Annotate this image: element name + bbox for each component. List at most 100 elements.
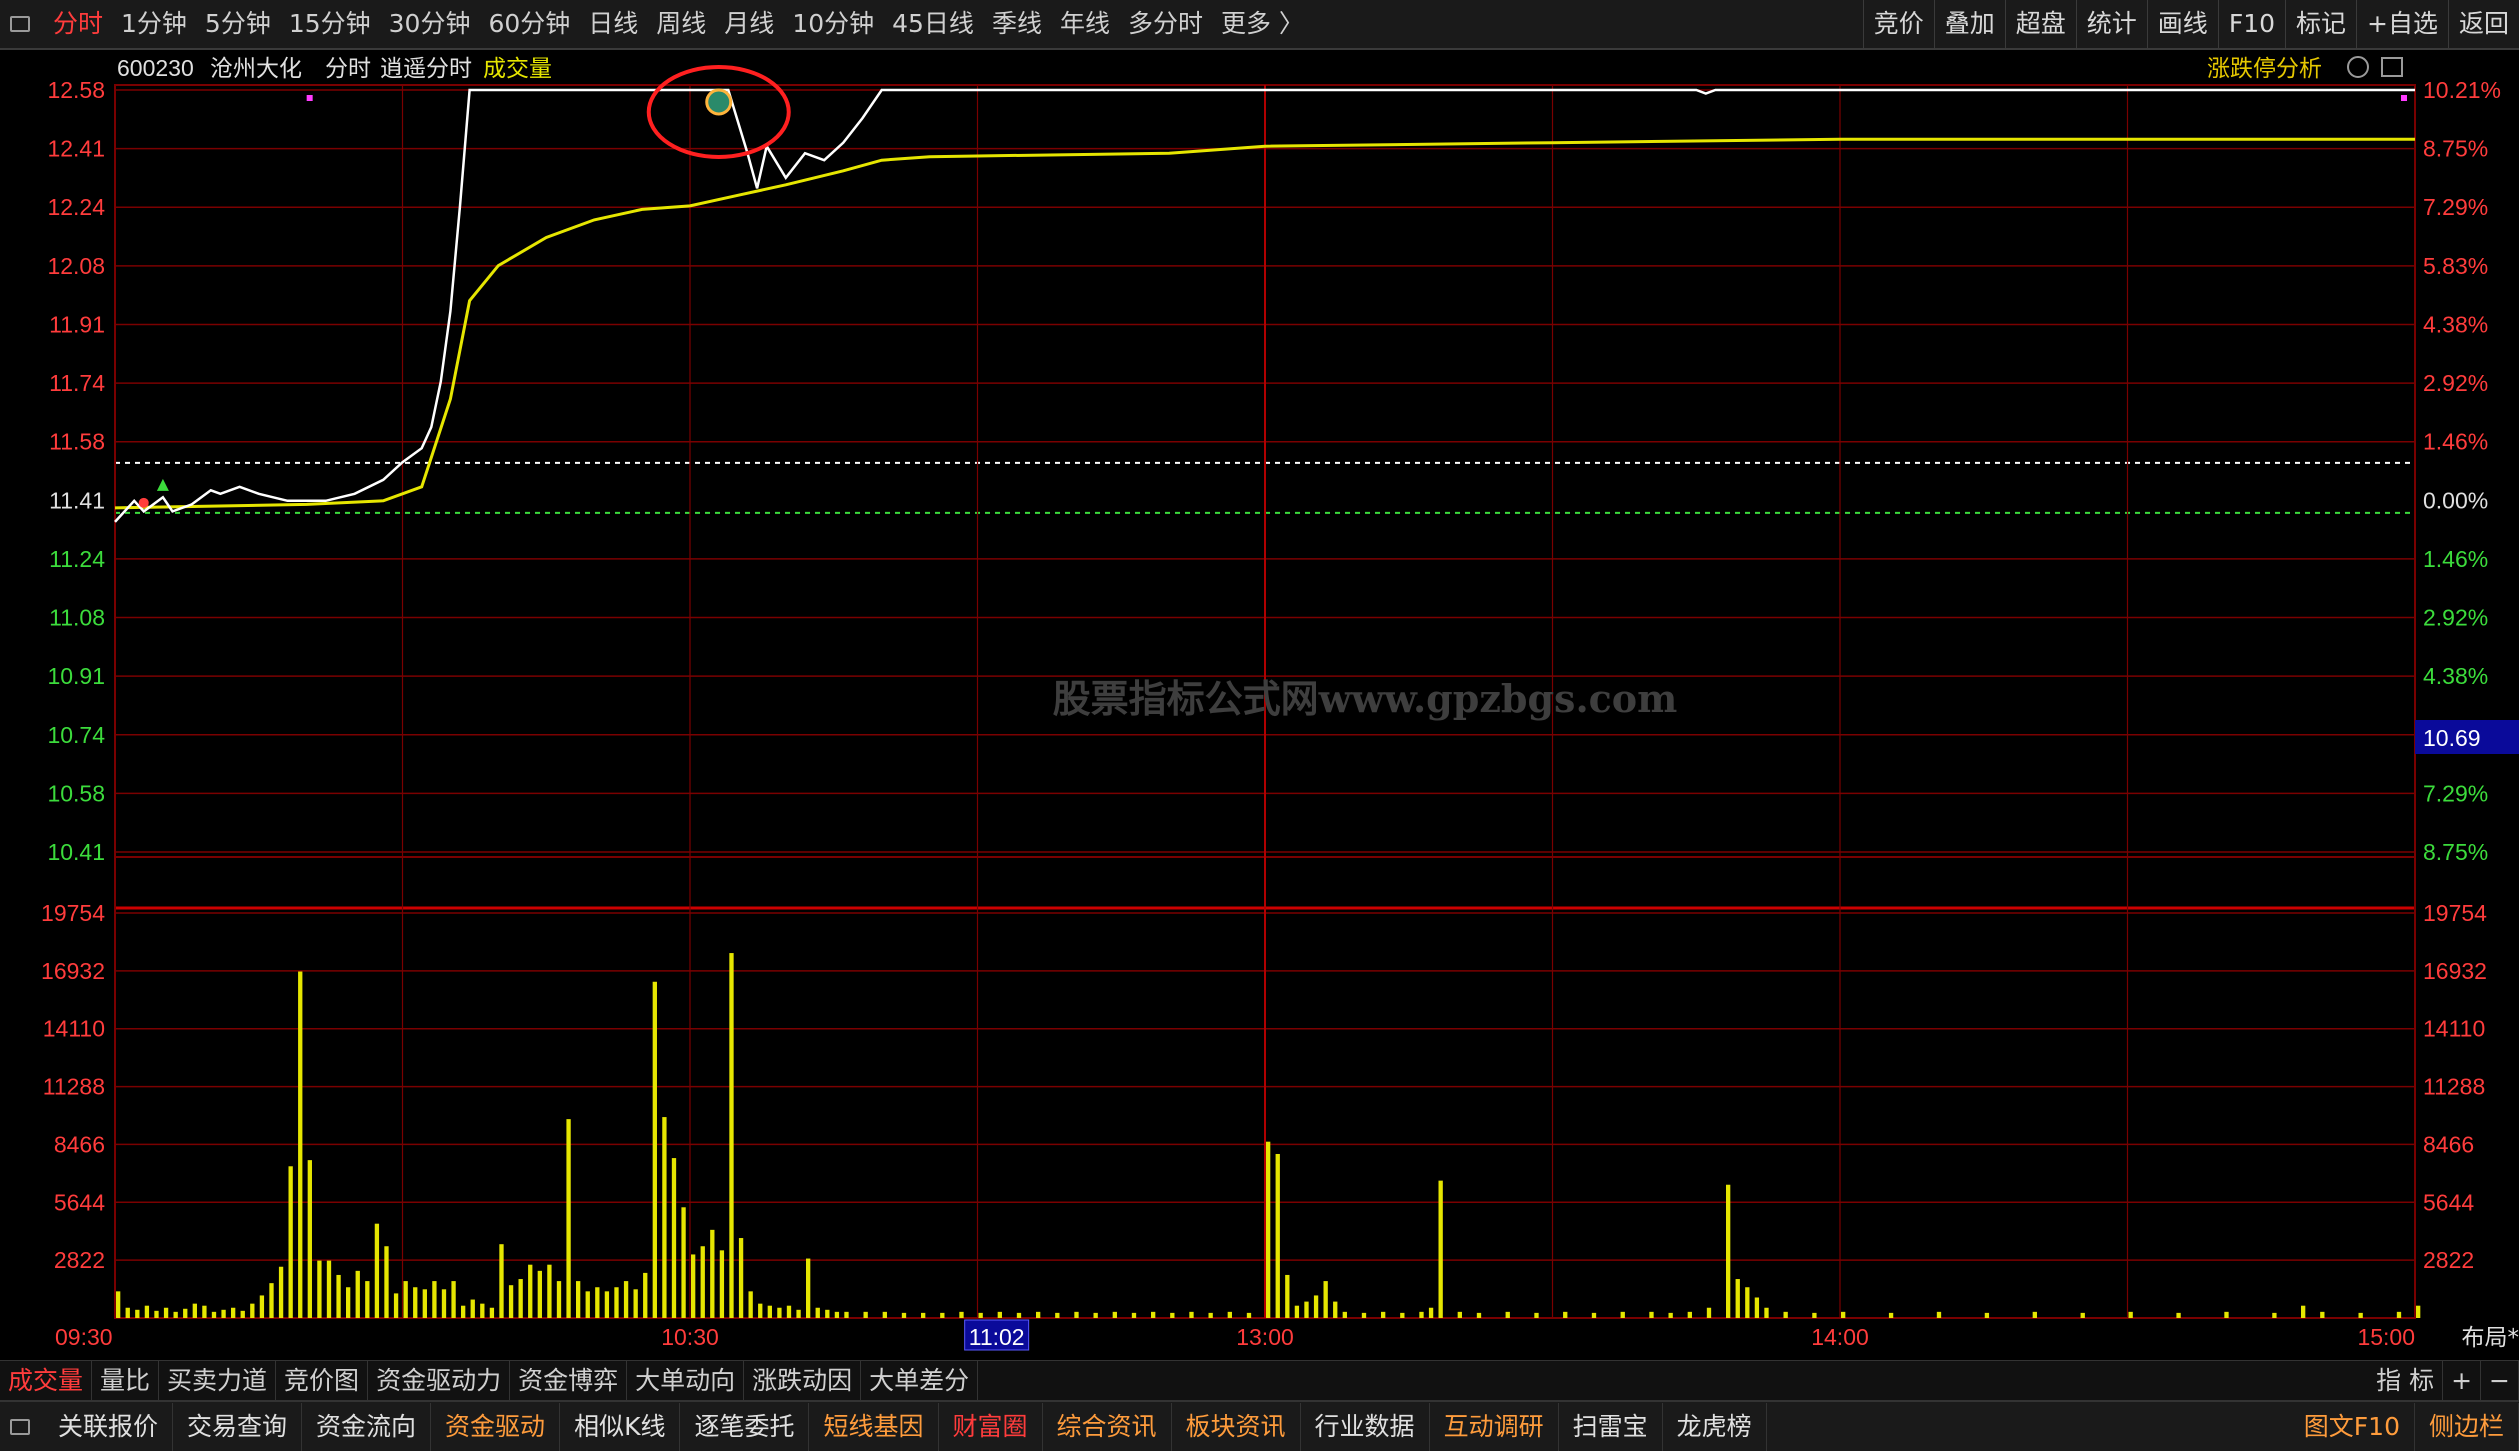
tool-button[interactable]: 统计 (2075, 0, 2147, 48)
time-tick-label: 09:30 (55, 1324, 113, 1350)
volume-bar (183, 1308, 188, 1318)
bottom-tab[interactable]: 行业数据 (1301, 1402, 1430, 1451)
indicator-tool-button[interactable]: − (2481, 1361, 2519, 1400)
volume-bar (192, 1303, 197, 1318)
volume-bar (633, 1289, 638, 1318)
tool-button[interactable]: +自选 (2356, 0, 2448, 48)
period-button[interactable]: 10分钟 (783, 0, 883, 48)
bottom-tab[interactable]: 关联报价 (44, 1402, 174, 1451)
volume-bar (1563, 1311, 1568, 1318)
volume-bar (1016, 1312, 1022, 1318)
indicator-tab[interactable]: 竞价图 (276, 1361, 369, 1400)
volume-bar (643, 1272, 648, 1318)
bottom-tab[interactable]: 扫雷宝 (1559, 1402, 1663, 1451)
tool-button[interactable]: 叠加 (1933, 0, 2005, 48)
bottom-tab[interactable]: 短线基因 (809, 1402, 939, 1451)
period-button[interactable]: 1分钟 (112, 0, 196, 48)
volume-bar (1764, 1307, 1769, 1318)
intraday-chart[interactable]: 12.58 10.21% 12.41 8.75% 12.24 7.29% 12.08 5.83… (0, 50, 2519, 1360)
tool-button[interactable]: 竞价 (1862, 0, 1934, 48)
volume-bar (863, 1311, 868, 1318)
volume-bar (307, 1160, 312, 1318)
indicator-tool-button[interactable]: 指 标 (2368, 1361, 2444, 1400)
period-button[interactable]: 30分钟 (380, 0, 480, 48)
window-menu-icon[interactable] (10, 16, 30, 32)
bottom-right-button[interactable]: 侧边栏 (2415, 1402, 2519, 1451)
volume-bar (384, 1246, 389, 1318)
pct-tick-label: 4.38% (2423, 663, 2488, 689)
tool-button[interactable]: F10 (2217, 0, 2285, 48)
bottom-tab[interactable]: 财富圈 (939, 1402, 1043, 1451)
volume-bar (1457, 1311, 1462, 1318)
chart-svg[interactable]: 12.58 10.21% 12.41 8.75% 12.24 7.29% 12.08 5.83… (0, 50, 2519, 1360)
time-tick-label: 14:00 (1811, 1324, 1869, 1350)
volume-tick-label: 8466 (54, 1131, 105, 1157)
period-button[interactable]: 更多 〉 (1212, 0, 1313, 48)
volume-bar (719, 1250, 725, 1318)
volume-bar (163, 1307, 169, 1318)
indicator-tab[interactable]: 买卖力道 (159, 1361, 277, 1400)
volume-bar (2301, 1305, 2306, 1318)
indicator-tab[interactable]: 成交量 (0, 1361, 93, 1400)
bottom-tab[interactable]: 交易查询 (173, 1402, 303, 1451)
panel-toggle-icon[interactable] (10, 1418, 30, 1435)
period-button[interactable]: 年线 (1051, 0, 1119, 48)
limit-marker (306, 95, 313, 101)
indicator-tab[interactable]: 大单差分 (861, 1361, 979, 1400)
period-button[interactable]: 日线 (579, 0, 647, 48)
indicator-tab[interactable]: 涨跌动因 (744, 1361, 862, 1400)
period-button[interactable]: 60分钟 (479, 0, 579, 48)
volume-bar (1841, 1311, 1846, 1318)
bottom-tab[interactable]: 龙虎榜 (1663, 1402, 1767, 1451)
period-button[interactable]: 45日线 (883, 0, 983, 48)
bottom-tab[interactable]: 综合资讯 (1043, 1402, 1172, 1451)
period-button[interactable]: 多分时 (1119, 0, 1212, 48)
volume-bar (547, 1264, 552, 1318)
buy-marker-icon (156, 478, 169, 491)
indicator-tab[interactable]: 资金博弈 (510, 1361, 628, 1400)
bottom-tab[interactable]: 逐笔委托 (680, 1402, 810, 1451)
bottom-tab[interactable]: 板块资讯 (1172, 1402, 1301, 1451)
bottom-right-button[interactable]: 图文F10 (2290, 1402, 2415, 1451)
tool-button[interactable]: 超盘 (2004, 0, 2076, 48)
indicator-tab[interactable]: 大单动向 (627, 1361, 745, 1400)
price-tick-label: 10.74 (47, 722, 105, 748)
sell-marker-icon (138, 497, 149, 508)
volume-bar (480, 1303, 485, 1318)
period-button[interactable]: 分时 (44, 0, 112, 48)
period-button[interactable]: 15分钟 (280, 0, 380, 48)
period-button[interactable]: 周线 (647, 0, 715, 48)
volume-bar (1620, 1311, 1625, 1318)
volume-bar (1285, 1274, 1290, 1318)
price-tick-label: 11.74 (49, 370, 105, 396)
indicator-tool-button[interactable]: + (2443, 1361, 2482, 1400)
volume-bar (604, 1291, 610, 1318)
bottom-tab[interactable]: 资金流向 (302, 1402, 432, 1451)
bottom-tab[interactable]: 资金驱动 (431, 1402, 561, 1451)
indicator-tab[interactable]: 资金驱动力 (368, 1361, 511, 1400)
tool-button[interactable]: 画线 (2146, 0, 2218, 48)
volume-bar (470, 1299, 475, 1318)
bottom-tab[interactable]: 互动调研 (1430, 1402, 1559, 1451)
volume-bar (796, 1309, 801, 1318)
time-tick-label: 15:00 (2357, 1324, 2415, 1350)
indicator-tab[interactable]: 量比 (92, 1361, 160, 1400)
period-toolbar: 分时 1分钟 5分钟 15分钟 30分钟 60分钟 日线 周线 月线 10分钟 45日线 季线 年线 多分… (0, 0, 2519, 50)
volume-bar (1754, 1297, 1760, 1318)
pct-tick-label: 1.46% (2423, 546, 2488, 572)
period-button[interactable]: 季线 (983, 0, 1051, 48)
volume-bar (2224, 1311, 2229, 1318)
volume-bar (317, 1260, 322, 1318)
tool-button[interactable]: 返回 (2447, 0, 2519, 48)
volume-bar (326, 1260, 332, 1318)
bottom-tab[interactable]: 相似K线 (560, 1402, 681, 1451)
volume-bar (250, 1303, 255, 1318)
tool-button[interactable]: 标记 (2285, 0, 2356, 48)
period-button[interactable]: 5分钟 (196, 0, 280, 48)
volume-bar (815, 1307, 820, 1318)
pct-tick-label: 8.75% (2423, 136, 2488, 162)
period-button[interactable]: 月线 (715, 0, 783, 48)
volume-bar (489, 1307, 495, 1318)
volume-bar (1438, 1180, 1443, 1318)
volume-bar (556, 1281, 562, 1318)
